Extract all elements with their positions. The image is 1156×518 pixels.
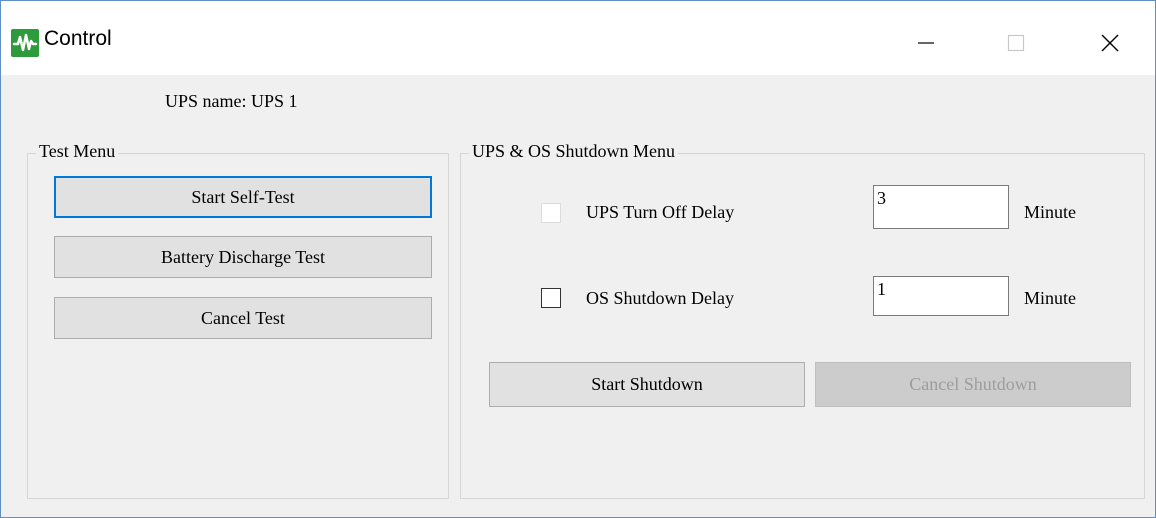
window-title: Control [44, 27, 112, 50]
close-button[interactable] [1075, 19, 1145, 67]
waveform-icon [11, 29, 39, 57]
maximize-icon [1007, 34, 1025, 52]
title-bar[interactable]: Control [1, 1, 1155, 75]
start-self-test-button[interactable]: Start Self-Test [54, 176, 432, 218]
maximize-button[interactable] [981, 19, 1051, 67]
os-shutdown-delay-label: OS Shutdown Delay [586, 288, 734, 308]
minimize-icon [918, 42, 934, 44]
ups-turn-off-delay-checkbox[interactable] [541, 203, 561, 223]
os-shutdown-delay-input[interactable]: 1 [873, 276, 1009, 316]
test-menu-caption: Test Menu [36, 141, 119, 162]
ups-turn-off-delay-label: UPS Turn Off Delay [586, 202, 735, 222]
os-shutdown-delay-checkbox[interactable] [541, 288, 561, 308]
cancel-test-button[interactable]: Cancel Test [54, 297, 432, 339]
close-icon [1101, 34, 1119, 52]
shutdown-menu-group: UPS & OS Shutdown Menu UPS Turn Off Dela… [460, 141, 1145, 499]
minimize-button[interactable] [891, 19, 961, 67]
cancel-shutdown-button[interactable]: Cancel Shutdown [815, 362, 1131, 407]
ups-turn-off-delay-input[interactable]: 3 [873, 185, 1009, 229]
window-content: UPS name: UPS 1 Test Menu Start Self-Tes… [1, 75, 1155, 517]
os-shutdown-delay-unit: Minute [1024, 288, 1076, 308]
shutdown-menu-caption: UPS & OS Shutdown Menu [469, 141, 679, 162]
start-shutdown-button[interactable]: Start Shutdown [489, 362, 805, 407]
test-menu-group: Test Menu Start Self-Test Battery Discha… [27, 141, 449, 499]
ups-name-label: UPS name: UPS 1 [165, 91, 298, 111]
battery-discharge-test-button[interactable]: Battery Discharge Test [54, 236, 432, 278]
control-window: Control UPS name: UPS 1 Test Menu Start … [0, 0, 1156, 518]
ups-turn-off-delay-unit: Minute [1024, 202, 1076, 222]
